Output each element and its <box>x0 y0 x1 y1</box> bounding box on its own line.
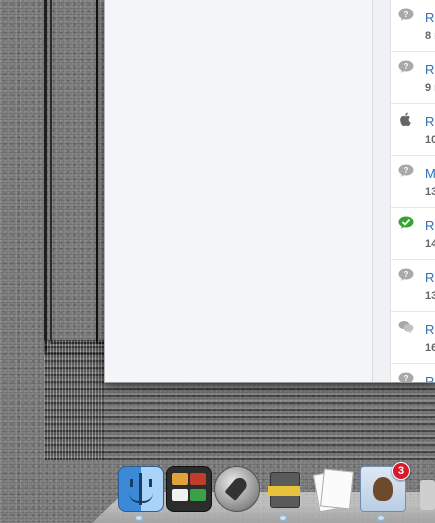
svg-text:?: ? <box>404 10 409 19</box>
thread-row[interactable]: Re 14 <box>391 208 435 260</box>
running-indicator <box>280 516 286 520</box>
thread-row[interactable]: Re 10 <box>391 104 435 156</box>
svg-text:?: ? <box>404 270 409 279</box>
mail-unread-badge: 3 <box>392 462 410 480</box>
question-bubble-icon: ? <box>398 164 414 178</box>
thread-meta: 14 <box>425 238 435 250</box>
thread-title[interactable]: Re <box>425 114 435 129</box>
thread-meta: 13 <box>425 290 435 302</box>
thread-meta: 16 <box>425 342 435 354</box>
question-bubble-icon: ? <box>398 60 414 74</box>
thread-row[interactable]: ? Re 8 r <box>391 0 435 52</box>
finder-icon[interactable] <box>118 466 164 512</box>
thread-meta: 10 <box>425 134 435 146</box>
thread-row[interactable]: ? Re 13 <box>391 260 435 312</box>
thread-title[interactable]: Re <box>425 322 435 337</box>
thread-row[interactable]: Re 16 <box>391 312 435 364</box>
thread-row[interactable]: ? Re 9 r <box>391 52 435 104</box>
question-bubble-icon: ? <box>398 372 414 382</box>
thread-row[interactable]: ? M 13 <box>391 156 435 208</box>
question-bubble-icon: ? <box>398 8 414 22</box>
utilities-icon[interactable] <box>262 466 306 510</box>
background-window-stack <box>44 340 104 460</box>
thread-row[interactable]: ? Re <box>391 364 435 382</box>
thread-title[interactable]: Re <box>425 374 435 382</box>
dashboard-icon[interactable] <box>166 466 212 512</box>
question-bubble-icon: ? <box>398 268 414 282</box>
solved-checkmark-icon <box>398 216 414 230</box>
thread-title[interactable]: M <box>425 166 435 181</box>
thread-meta: 13 <box>425 186 435 198</box>
thread-title[interactable]: Re <box>425 10 435 25</box>
svg-text:?: ? <box>404 62 409 71</box>
content-pane <box>105 0 373 382</box>
running-indicator <box>136 516 142 520</box>
preview-icon[interactable] <box>310 466 354 513</box>
thread-list: ? Re 8 r ? Re 9 r Re 10 ? M 13 <box>390 0 435 382</box>
thread-title[interactable]: Re <box>425 218 435 233</box>
svg-text:?: ? <box>404 374 409 382</box>
dock-item-partial[interactable] <box>420 480 435 510</box>
thread-title[interactable]: Re <box>425 62 435 77</box>
browser-window: ? Re 8 r ? Re 9 r Re 10 ? M 13 <box>104 0 435 383</box>
discussion-bubbles-icon <box>398 320 414 334</box>
scroll-gutter[interactable] <box>373 0 390 382</box>
thread-title[interactable]: Re <box>425 270 435 285</box>
thread-meta: 8 r <box>425 30 435 42</box>
running-indicator <box>378 516 384 520</box>
apple-icon <box>398 112 414 127</box>
launchpad-icon[interactable] <box>214 466 260 512</box>
thread-meta: 9 r <box>425 82 435 94</box>
svg-text:?: ? <box>404 166 409 175</box>
